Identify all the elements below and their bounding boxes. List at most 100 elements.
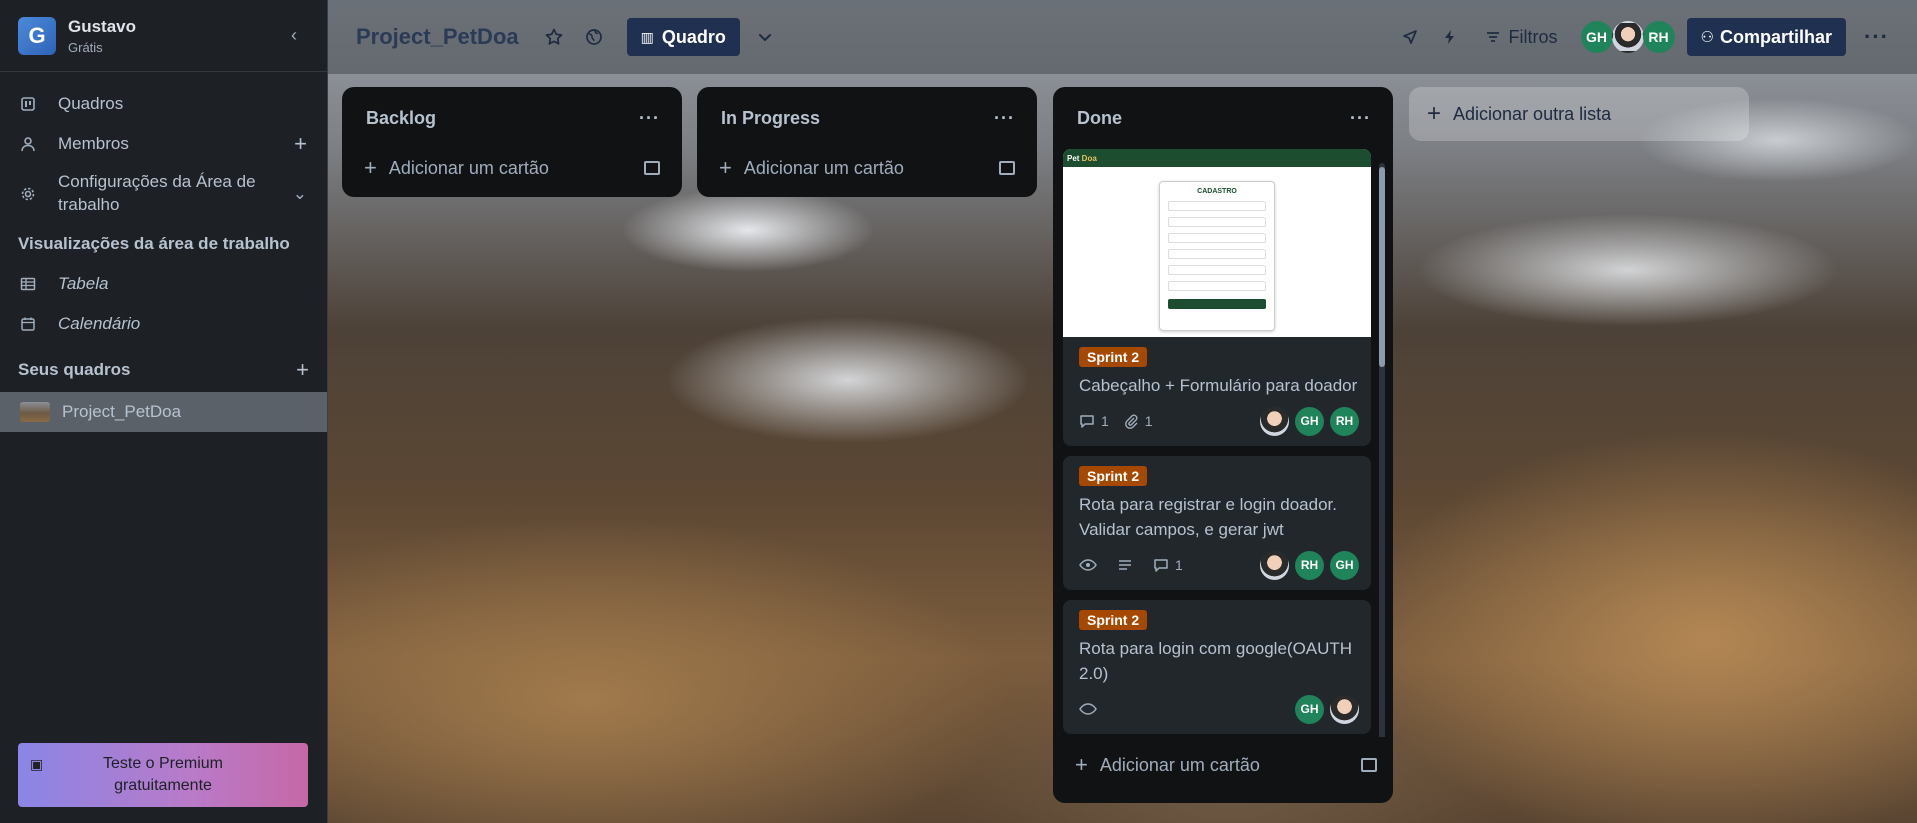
sidebar-item-label: Quadros <box>58 94 124 113</box>
sidebar-item-boards[interactable]: Quadros <box>0 84 327 124</box>
sidebar-item-calendar[interactable]: Calendário <box>0 304 327 344</box>
card-members: GH RH <box>1254 406 1359 436</box>
list-header[interactable]: Done ··· <box>1053 87 1393 149</box>
add-person-icon: ⚇ <box>1700 29 1714 46</box>
list-menu-icon[interactable]: ··· <box>639 108 660 129</box>
list-title[interactable]: Backlog <box>366 108 436 129</box>
attachments-count: 1 <box>1144 413 1153 429</box>
sidebar-item-label: Membros <box>58 134 129 153</box>
add-list-button[interactable]: + Adicionar outra lista <box>1409 87 1749 141</box>
add-card-button[interactable]: + Adicionar um cartão <box>697 149 1037 187</box>
comment-icon <box>1079 413 1095 429</box>
filter-label: Filtros <box>1508 26 1558 47</box>
globe-icon[interactable] <box>581 24 607 50</box>
add-card-label: Adicionar um cartão <box>743 157 904 178</box>
list-header[interactable]: Backlog ··· <box>342 87 682 149</box>
board-view-icon: ▥ <box>640 28 654 45</box>
list-scrollbar[interactable] <box>1379 163 1385 737</box>
avatar[interactable] <box>1260 550 1289 580</box>
list-menu-icon[interactable]: ··· <box>1350 108 1371 129</box>
premium-label: Teste o Premium gratuitamente <box>102 755 224 794</box>
template-icon[interactable] <box>1361 758 1377 772</box>
add-card-button[interactable]: + Adicionar um cartão <box>1053 737 1393 793</box>
card[interactable]: Pet Doa CADASTRO Sprint 2 Cabeçalho + Fo… <box>1063 149 1371 446</box>
template-icon[interactable] <box>644 161 660 175</box>
list-title[interactable]: Done <box>1077 108 1122 129</box>
card-members: GH <box>1289 694 1359 724</box>
add-card-button[interactable]: + Adicionar um cartão <box>342 149 682 187</box>
card-label[interactable]: Sprint 2 <box>1079 347 1148 367</box>
card-title: Rota para login com google(OAUTH 2.0) <box>1079 639 1353 683</box>
comments-badge: 1 <box>1079 413 1109 429</box>
plus-icon: + <box>719 155 732 180</box>
template-icon[interactable] <box>999 161 1015 175</box>
sidebar-item-members[interactable]: Membros + <box>0 124 327 164</box>
sidebar-board-project-petdoa[interactable]: Project_PetDoa <box>0 392 327 432</box>
workspace-name[interactable]: Gustavo <box>68 17 136 37</box>
sidebar-item-settings[interactable]: Configurações da Área de trabalho ⌄ <box>0 164 327 224</box>
list-title[interactable]: In Progress <box>721 108 820 129</box>
automation-icon[interactable] <box>1437 24 1463 50</box>
avatar[interactable]: RH <box>1330 406 1359 436</box>
sidebar-item-label: Configurações da Área de trabalho <box>58 172 256 214</box>
premium-trial-button[interactable]: ▣ Teste o Premium gratuitamente <box>18 743 308 807</box>
chevron-down-icon[interactable] <box>752 24 778 50</box>
add-member-icon[interactable]: + <box>294 131 307 157</box>
add-card-label: Adicionar um cartão <box>1099 754 1260 775</box>
calendar-icon <box>20 316 44 332</box>
comments-count: 1 <box>1175 557 1183 573</box>
avatar[interactable]: RH <box>1295 550 1324 580</box>
workspace-plan: Grátis <box>68 39 103 55</box>
card-title: Cabeçalho + Formulário para doador <box>1079 376 1358 395</box>
description-badge <box>1117 557 1139 573</box>
board-title[interactable]: Project_PetDoa <box>356 24 519 50</box>
filter-button[interactable]: Filtros <box>1485 27 1558 48</box>
avatar[interactable]: GH <box>1295 694 1324 724</box>
sidebar-item-table[interactable]: Tabela <box>0 264 327 304</box>
watch-badge <box>1079 701 1103 717</box>
star-icon[interactable] <box>541 24 567 50</box>
attachment-icon <box>1123 413 1139 429</box>
board-icon <box>20 96 44 112</box>
rocket-icon[interactable] <box>1397 24 1423 50</box>
card-label[interactable]: Sprint 2 <box>1079 610 1148 630</box>
list-header[interactable]: In Progress ··· <box>697 87 1037 149</box>
chevron-down-icon[interactable]: ⌄ <box>293 183 307 206</box>
add-card-label: Adicionar um cartão <box>388 157 549 178</box>
avatar[interactable] <box>1260 406 1289 436</box>
card-cover-image: Pet Doa CADASTRO <box>1063 149 1371 337</box>
comment-icon <box>1153 557 1169 573</box>
board-item-label: Project_PetDoa <box>62 402 182 421</box>
watch-badge <box>1079 557 1103 573</box>
card[interactable]: Sprint 2 Rota para login com google(OAUT… <box>1063 600 1371 734</box>
plus-icon: + <box>1075 752 1088 777</box>
add-board-icon[interactable]: + <box>296 357 309 383</box>
board-view-button[interactable]: ▥ Quadro <box>626 18 740 56</box>
card[interactable]: Sprint 2 Rota para registrar e login doa… <box>1063 456 1371 590</box>
boards-title-text: Seus quadros <box>18 360 131 379</box>
avatar[interactable] <box>1330 694 1359 724</box>
card-label[interactable]: Sprint 2 <box>1079 466 1148 486</box>
board-thumbnail <box>20 402 50 422</box>
board-view-label: Quadro <box>661 26 726 47</box>
sidebar-nav: Quadros Membros + Configurações da Área … <box>0 72 327 224</box>
workspace-avatar[interactable]: G <box>18 16 56 55</box>
more-menu-icon[interactable]: ··· <box>1864 24 1889 50</box>
sidebar: G Gustavo Grátis ‹ Quadros Membros + Con… <box>0 0 328 823</box>
collapse-sidebar-button[interactable]: ‹ <box>279 21 309 51</box>
comments-badge: 1 <box>1153 557 1183 573</box>
card-list: Pet Doa CADASTRO Sprint 2 Cabeçalho + Fo… <box>1053 149 1393 737</box>
avatar[interactable]: GH <box>1295 406 1324 436</box>
board-canvas: Project_PetDoa ▥ Quadro Filtros GH RH ⚇ … <box>328 0 1917 823</box>
avatar[interactable]: GH <box>1330 550 1359 580</box>
avatar[interactable]: RH <box>1642 21 1675 53</box>
avatar[interactable]: GH <box>1580 21 1613 53</box>
description-icon <box>1117 557 1133 573</box>
avatar[interactable] <box>1611 21 1644 53</box>
list-in-progress: In Progress ··· + Adicionar um cartão <box>697 87 1037 197</box>
cover-logo: Pet Doa <box>1067 153 1097 163</box>
list-menu-icon[interactable]: ··· <box>994 108 1015 129</box>
share-button[interactable]: ⚇ Compartilhar <box>1686 18 1847 56</box>
list-done: Done ··· Pet Doa CADASTRO Sprint 2 Cabeç… <box>1053 87 1393 803</box>
board-header: Project_PetDoa ▥ Quadro Filtros GH RH ⚇ … <box>328 0 1917 74</box>
